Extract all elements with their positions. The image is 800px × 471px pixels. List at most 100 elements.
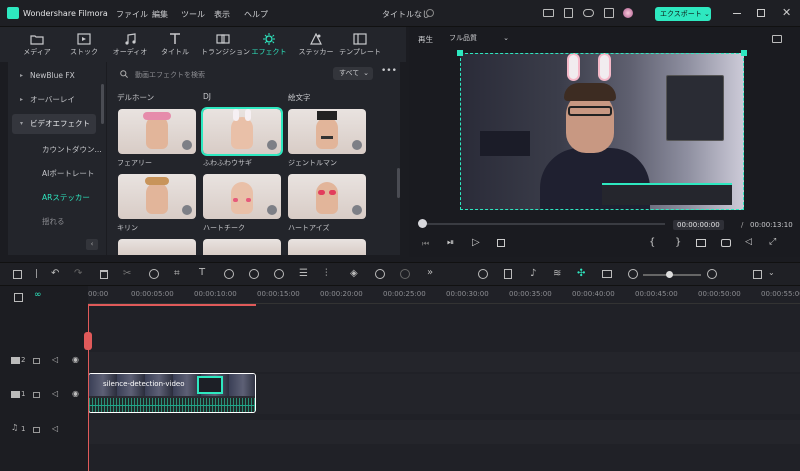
- playback-progress-track[interactable]: [421, 223, 665, 225]
- folder-icon[interactable]: [33, 427, 40, 433]
- search-input[interactable]: 動画エフェクトを検索: [113, 66, 331, 82]
- quality-dropdown[interactable]: フル品質 ⌄: [443, 32, 513, 45]
- keyframe-icon[interactable]: ◈: [350, 268, 358, 279]
- mute-icon[interactable]: ◁: [52, 424, 58, 433]
- selection-box[interactable]: [460, 53, 744, 210]
- eye-icon[interactable]: ◉: [72, 355, 79, 364]
- sidebar-item-video-effects[interactable]: ▾ ビデオエフェクト: [12, 114, 96, 134]
- stop-icon[interactable]: [497, 239, 505, 247]
- playback-scrubber[interactable]: [418, 219, 427, 228]
- effect-thumbnail-heart-eyes[interactable]: [288, 174, 366, 219]
- camera-icon[interactable]: [721, 239, 731, 247]
- download-icon[interactable]: [267, 205, 277, 215]
- sidebar-scrollbar[interactable]: [101, 84, 104, 124]
- redo-icon[interactable]: ↷: [74, 268, 82, 279]
- mark-in-icon[interactable]: {: [649, 237, 655, 248]
- ai-cut-icon[interactable]: ✣: [577, 268, 585, 279]
- resize-handle[interactable]: [457, 50, 463, 56]
- color-icon[interactable]: [249, 269, 259, 279]
- menu-edit[interactable]: 編集: [152, 9, 168, 20]
- save-icon[interactable]: [564, 8, 573, 18]
- adjust-icon[interactable]: ☰: [299, 268, 308, 279]
- monitor-icon[interactable]: [543, 9, 554, 17]
- snapshot-icon[interactable]: [772, 35, 782, 43]
- effects-scrollbar[interactable]: [397, 168, 400, 198]
- sidebar-item-ar-stickers[interactable]: ARステッカー: [8, 188, 100, 208]
- grid-icon[interactable]: [604, 8, 614, 18]
- marker-icon[interactable]: [504, 269, 512, 279]
- playhead[interactable]: [88, 304, 89, 471]
- download-icon[interactable]: [182, 140, 192, 150]
- pip-icon[interactable]: [602, 270, 612, 278]
- eye-icon[interactable]: ◉: [72, 389, 79, 398]
- download-icon[interactable]: [352, 205, 362, 215]
- timer-icon[interactable]: [274, 269, 284, 279]
- tab-titles[interactable]: タイトル: [155, 27, 195, 60]
- filter-dropdown[interactable]: すべて ⌄: [333, 67, 373, 80]
- collapse-sidebar-button[interactable]: ‹: [86, 239, 98, 250]
- resize-handle[interactable]: [741, 50, 747, 56]
- zoom-slider-thumb[interactable]: [666, 271, 673, 278]
- play-icon[interactable]: ▷: [472, 237, 480, 248]
- time-ruler[interactable]: 00:00 00:00:05:00 00:00:10:00 00:00:15:0…: [88, 286, 800, 304]
- sidebar-item-newblue[interactable]: ▸ NewBlue FX: [8, 66, 100, 86]
- effect-thumbnail-heart-cheek[interactable]: [203, 174, 281, 219]
- more-tools-icon[interactable]: »: [427, 267, 433, 278]
- menu-help[interactable]: ヘルプ: [244, 9, 268, 20]
- folder-icon[interactable]: [33, 358, 40, 364]
- video-clip[interactable]: silence-detection-video: [88, 373, 256, 413]
- fullscreen-icon[interactable]: ⤢: [769, 237, 776, 247]
- effect-thumbnail[interactable]: [288, 239, 366, 255]
- effect-thumbnail-fairy[interactable]: [118, 109, 196, 154]
- sidebar-item-ai-portrait[interactable]: AIポートレート: [8, 164, 100, 184]
- download-icon[interactable]: [267, 140, 277, 150]
- link-icon[interactable]: ∞: [34, 290, 42, 300]
- export-button[interactable]: エクスポート ⌄: [655, 7, 711, 21]
- effect-thumbnail[interactable]: [118, 239, 196, 255]
- display-icon[interactable]: [696, 239, 706, 247]
- add-track-icon[interactable]: [14, 293, 23, 302]
- mark-out-icon[interactable]: }: [675, 237, 681, 248]
- ai-icon[interactable]: [400, 269, 410, 279]
- sidebar-item-overlay[interactable]: ▸ オーバーレイ: [8, 90, 100, 110]
- undo-icon[interactable]: ↶: [51, 268, 59, 279]
- maximize-button[interactable]: [757, 9, 765, 17]
- mic-icon[interactable]: ♪: [530, 268, 536, 279]
- download-icon[interactable]: [352, 140, 362, 150]
- disable-icon[interactable]: [149, 269, 159, 279]
- zoom-in-icon[interactable]: [707, 269, 717, 279]
- menu-tools[interactable]: ツール: [181, 9, 205, 20]
- cut-icon[interactable]: ✂: [123, 268, 131, 279]
- audio-mix-icon[interactable]: ⫶: [325, 268, 328, 279]
- tab-stock[interactable]: ストック: [64, 27, 104, 60]
- zoom-out-icon[interactable]: [628, 269, 638, 279]
- effect-thumbnail-giraffe[interactable]: [118, 174, 196, 219]
- grid-view-icon[interactable]: [753, 270, 762, 279]
- tab-templates[interactable]: テンプレート: [338, 27, 382, 60]
- step-play-icon[interactable]: ⏯: [447, 238, 454, 248]
- crop-icon[interactable]: ⌗: [174, 268, 180, 279]
- cloud-icon[interactable]: [583, 9, 594, 17]
- previous-frame-icon[interactable]: ⏮: [422, 239, 429, 249]
- layout-icon[interactable]: [13, 270, 22, 279]
- delete-icon[interactable]: [100, 270, 108, 279]
- effect-thumbnail[interactable]: [203, 239, 281, 255]
- close-button[interactable]: ✕: [782, 6, 791, 19]
- menu-file[interactable]: ファイル: [116, 9, 148, 20]
- render-icon[interactable]: [478, 269, 488, 279]
- work-area-range[interactable]: [88, 304, 256, 306]
- text-icon[interactable]: T: [199, 267, 205, 278]
- download-icon[interactable]: [182, 205, 192, 215]
- minimize-button[interactable]: [733, 13, 741, 14]
- speed-icon[interactable]: [224, 269, 234, 279]
- chevron-down-icon[interactable]: ⌄: [768, 268, 775, 277]
- effect-thumbnail-gentleman[interactable]: [288, 109, 366, 154]
- sidebar-item-countdown[interactable]: カウントダウン...: [8, 140, 102, 160]
- folder-icon[interactable]: [33, 392, 40, 398]
- tab-stickers[interactable]: ステッカー: [296, 27, 336, 60]
- tab-effects[interactable]: エフェクト: [249, 27, 289, 60]
- effect-marker[interactable]: [197, 376, 223, 394]
- mute-icon[interactable]: ◁: [52, 355, 58, 364]
- more-options-icon[interactable]: •••: [381, 66, 397, 76]
- tab-media[interactable]: メディア: [17, 27, 57, 60]
